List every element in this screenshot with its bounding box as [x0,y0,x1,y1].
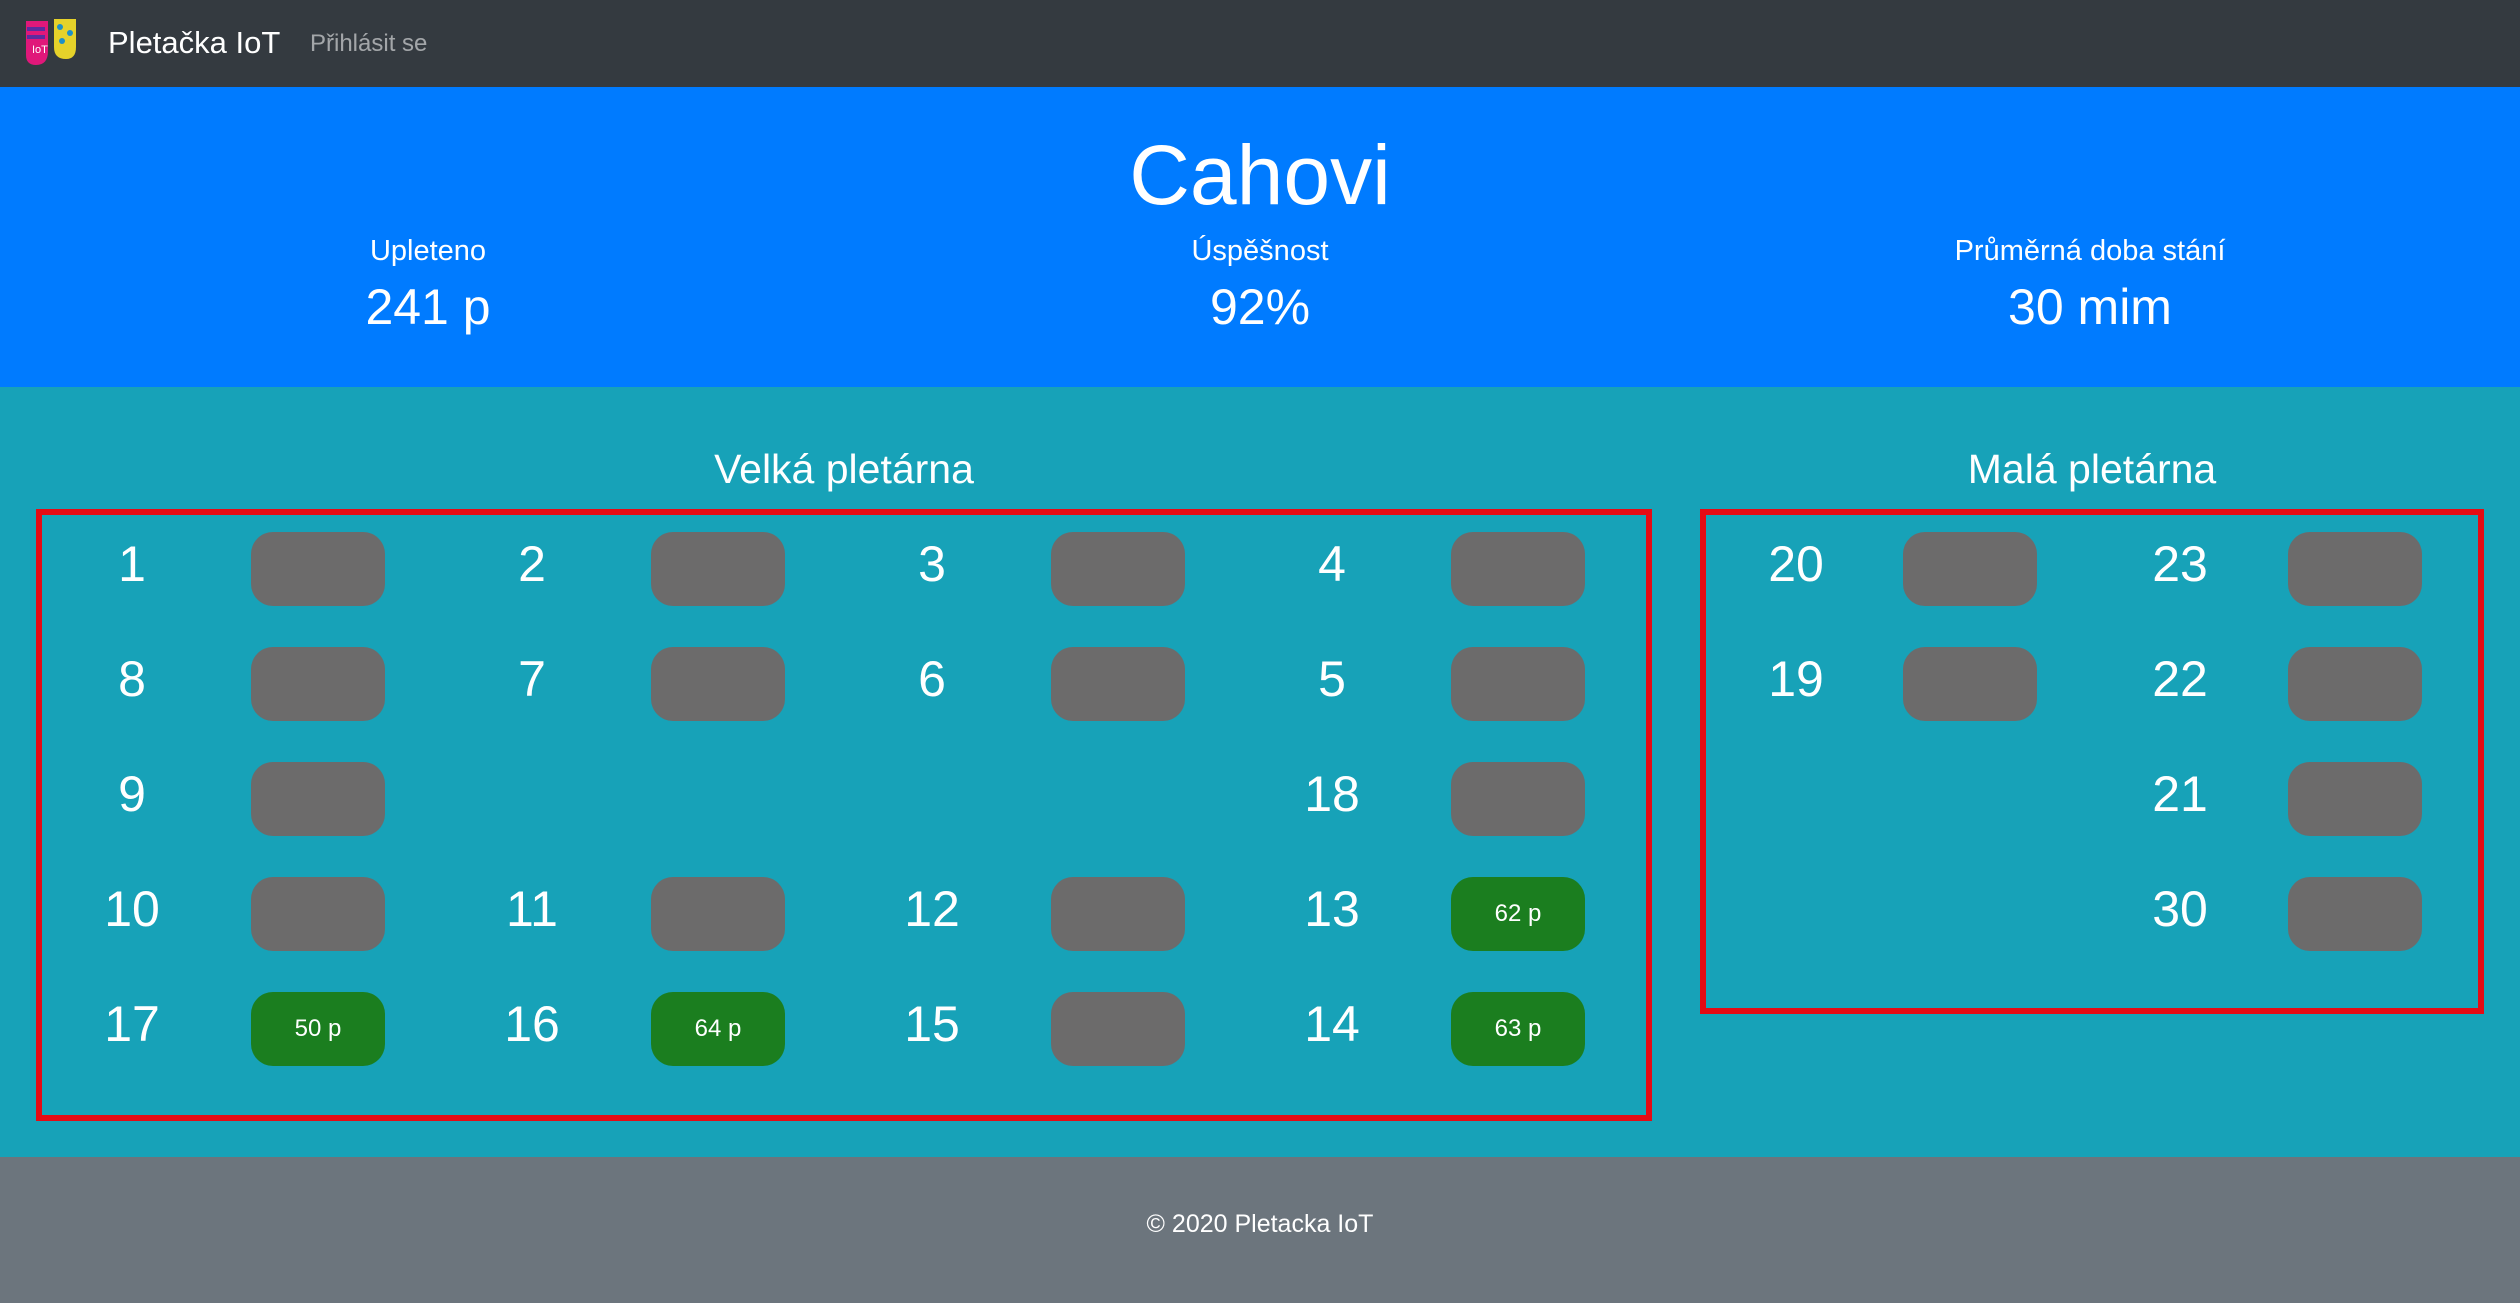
stat-label: Průměrná doba stání [1954,235,2226,267]
machine-status-button[interactable] [2288,762,2422,836]
machine-status-button[interactable] [1051,647,1185,721]
machine-number: 7 [518,651,546,707]
machine-number: 23 [2152,536,2208,592]
machine-status-button[interactable] [2288,647,2422,721]
stat-success-rate: Úspěšnost 92% [960,233,1560,337]
machine-status-button[interactable] [651,877,785,951]
machine-status-button[interactable] [651,532,785,606]
machine-status-button[interactable] [2288,877,2422,951]
machine-status-button[interactable]: 64 p [651,992,785,1066]
big-hall-panel: 1 2 3 4 8 7 6 5 9 18 10 11 12 13 62 p 17 50 p 16 64 p 15 14 6… [36,509,1652,1121]
machine-number: 2 [518,536,546,592]
stat-label: Upleteno [369,235,487,267]
stat-value: 92% [1209,279,1311,335]
machine-status-button[interactable] [251,532,385,606]
stat-avg-downtime: Průměrná doba stání 30 mim [1790,233,2390,337]
small-hall-title: Malá pletárna [1967,446,2217,492]
machine-status-button[interactable] [251,877,385,951]
machine-number: 14 [1304,996,1360,1052]
svg-text:IoT: IoT [32,44,48,56]
machine-number: 8 [118,651,146,707]
sock-logo-icon[interactable]: IoT [22,19,86,69]
machine-status-button[interactable] [1903,647,2037,721]
machine-number: 22 [2152,651,2208,707]
machine-status-button[interactable] [251,647,385,721]
machine-number: 12 [904,881,960,937]
machine-status-button[interactable] [1903,532,2037,606]
machine-number: 18 [1304,766,1360,822]
machine-number: 15 [904,996,960,1052]
machine-status-button[interactable] [1451,532,1585,606]
footer: © 2020 Pletacka IoT [0,1157,2520,1303]
machine-status-button[interactable] [1451,647,1585,721]
machine-number: 11 [506,881,558,937]
big-hall-title: Velká pletárna [714,446,974,492]
machine-number: 4 [1318,536,1346,592]
machine-status-button[interactable] [1051,877,1185,951]
stat-value: 30 mim [2008,279,2172,335]
page-title: Cahovi [1129,128,1391,222]
navbar: IoT Pletačka IoT Přihlásit se [0,0,2520,87]
stat-value: 241 p [365,279,491,335]
machine-status-button[interactable] [1051,532,1185,606]
machine-number: 13 [1304,881,1360,937]
machine-number: 1 [118,536,146,592]
machine-number: 9 [118,766,146,822]
main-content: Velká pletárna 1 2 3 4 8 7 6 5 9 18 10 11 12 13 62 p 17… [0,387,2520,1157]
footer-copyright: © 2020 Pletacka IoT [1146,1210,1374,1238]
machine-number: 17 [104,996,160,1052]
brand-link[interactable]: Pletačka IoT [108,24,280,62]
stat-knitted: Upleteno 241 p [128,233,728,337]
machine-number: 19 [1768,651,1824,707]
machine-status-button[interactable]: 63 p [1451,992,1585,1066]
machine-number: 10 [104,881,160,937]
machine-number: 3 [918,536,946,592]
login-link[interactable]: Přihlásit se [310,30,427,58]
machine-number: 5 [1318,651,1346,707]
machine-status-button[interactable] [1051,992,1185,1066]
small-hall-panel: 20 23 19 22 21 30 [1700,509,2484,1014]
machine-number: 21 [2152,766,2208,822]
machine-status-button[interactable]: 62 p [1451,877,1585,951]
machine-number: 16 [504,996,560,1052]
machine-status-button[interactable] [1451,762,1585,836]
machine-number: 30 [2152,881,2208,937]
stat-label: Úspěšnost [1191,235,1329,267]
machine-number: 6 [918,651,946,707]
machine-status-button[interactable] [2288,532,2422,606]
hero-banner: Cahovi Upleteno 241 p Úspěšnost 92% Prům… [0,87,2520,387]
machine-status-button[interactable]: 50 p [251,992,385,1066]
machine-number: 20 [1768,536,1824,592]
machine-status-button[interactable] [651,647,785,721]
machine-status-button[interactable] [251,762,385,836]
